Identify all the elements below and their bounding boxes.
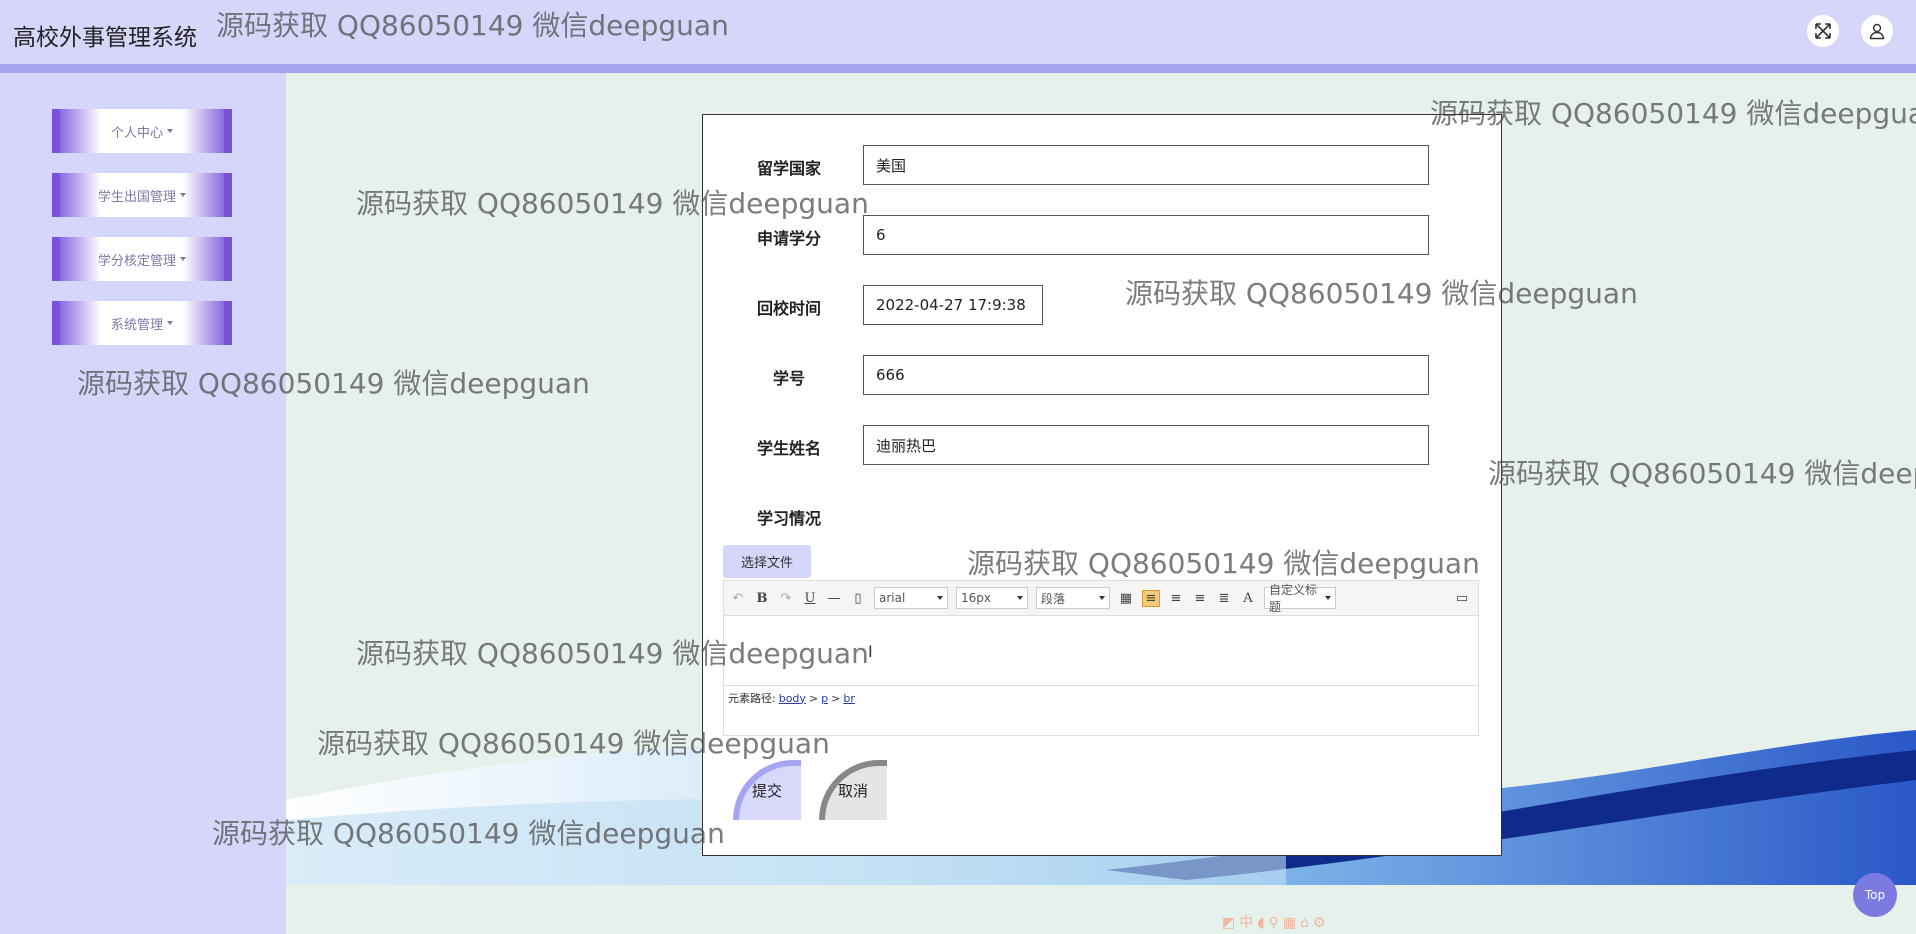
app-title: 高校外事管理系统 (13, 25, 197, 51)
table-icon[interactable]: ▦ (1118, 591, 1134, 606)
paragraph-value: 段落 (1041, 591, 1066, 606)
expand-icon (1815, 23, 1831, 39)
student-name-input[interactable]: 迪丽热巴 (863, 425, 1429, 465)
user-icon (1869, 23, 1885, 40)
align-left-icon[interactable]: ≡ (1142, 589, 1160, 607)
custom-heading-select[interactable]: 自定义标题 (1264, 583, 1336, 614)
caret-down-icon (1325, 596, 1331, 600)
custom-heading-value: 自定义标题 (1269, 583, 1318, 614)
header-divider (0, 64, 1916, 73)
font-size-value: 16px (961, 591, 991, 605)
redo-icon[interactable]: ↷ (778, 591, 794, 606)
sidebar-item-system[interactable]: 系统管理 (52, 301, 232, 345)
sidebar-item-personal-center[interactable]: 个人中心 (52, 109, 232, 153)
element-path-bar: 元素路径: body > p > br (724, 685, 1478, 710)
preview-icon[interactable]: ▭ (1454, 591, 1470, 606)
font-family-select[interactable]: arial (874, 587, 948, 609)
align-center-icon[interactable]: ≡ (1192, 591, 1208, 606)
edit-form: 留学国家 美国 申请学分 6 回校时间 2022-04-27 17:9:38 学… (702, 114, 1502, 856)
editor-body[interactable]: I 元素路径: body > p > br (724, 616, 1478, 710)
sidebar-item-credit-approval[interactable]: 学分核定管理 (52, 237, 232, 281)
field-label: 申请学分 (756, 229, 821, 248)
font-family-value: arial (879, 591, 906, 605)
return-time-input[interactable]: 2022-04-27 17:9:38 (863, 285, 1043, 325)
sidebar-item-label: 学分核定管理 (97, 253, 176, 269)
student-id-input[interactable]: 666 (863, 355, 1429, 395)
caret-down-icon (167, 129, 173, 133)
page-icon[interactable]: ▯ (850, 591, 866, 606)
caret-down-icon (937, 596, 943, 600)
field-label: 学习情况 (756, 509, 821, 528)
paragraph-select[interactable]: 段落 (1036, 587, 1110, 609)
horizontal-rule-icon[interactable]: — (826, 591, 842, 606)
fullscreen-button[interactable] (1807, 15, 1839, 47)
header-bar: 高校外事管理系统 (0, 0, 1916, 64)
element-path-label: 元素路径: (728, 692, 776, 705)
text-cursor-icon: I (868, 642, 873, 661)
user-button[interactable] (1861, 15, 1893, 47)
font-size-select[interactable]: 16px (956, 587, 1028, 609)
rich-text-editor: ↶ B ↷ U — ▯ arial 16px 段落 ▦ ≡ ≡ ≡ ≣ A 自定… (723, 580, 1479, 736)
bold-icon[interactable]: B (754, 591, 770, 606)
undo-icon[interactable]: ↶ (730, 591, 746, 606)
caret-down-icon (180, 193, 186, 197)
underline-icon[interactable]: U (802, 591, 818, 606)
field-label: 回校时间 (756, 299, 821, 318)
field-label: 留学国家 (756, 159, 821, 178)
field-label: 学号 (772, 369, 805, 388)
sidebar-item-student-abroad[interactable]: 学生出国管理 (52, 173, 232, 217)
caret-down-icon (180, 257, 186, 261)
field-label: 学生姓名 (756, 439, 821, 458)
credits-input[interactable]: 6 (863, 215, 1429, 255)
element-path-link[interactable]: br (843, 692, 855, 705)
cancel-label: 取消 (837, 781, 868, 800)
editor-toolbar: ↶ B ↷ U — ▯ arial 16px 段落 ▦ ≡ ≡ ≡ ≣ A 自定… (724, 581, 1478, 616)
submit-label: 提交 (751, 781, 782, 800)
element-path-link[interactable]: body (779, 692, 806, 705)
back-to-top-button[interactable]: Top (1853, 873, 1897, 917)
caret-down-icon (1017, 596, 1023, 600)
country-input[interactable]: 美国 (863, 145, 1429, 185)
caret-down-icon (167, 321, 173, 325)
submit-button[interactable]: 提交 (733, 760, 801, 820)
sidebar-item-label: 个人中心 (110, 125, 163, 141)
sidebar-item-label: 系统管理 (110, 317, 163, 333)
ime-toolbar-icons: ◩中◖⚲▦⌂⚙ (1222, 915, 1330, 931)
sidebar: 个人中心 学生出国管理 学分核定管理 系统管理 (0, 73, 286, 934)
font-color-icon[interactable]: A (1240, 591, 1256, 606)
align-right-icon[interactable]: ≡ (1168, 591, 1184, 606)
caret-down-icon (1099, 596, 1105, 600)
choose-file-button[interactable]: 选择文件 (723, 545, 811, 578)
sidebar-item-label: 学生出国管理 (97, 189, 176, 205)
cancel-button[interactable]: 取消 (819, 760, 887, 820)
align-justify-icon[interactable]: ≣ (1216, 591, 1232, 606)
element-path-link[interactable]: p (821, 692, 828, 705)
